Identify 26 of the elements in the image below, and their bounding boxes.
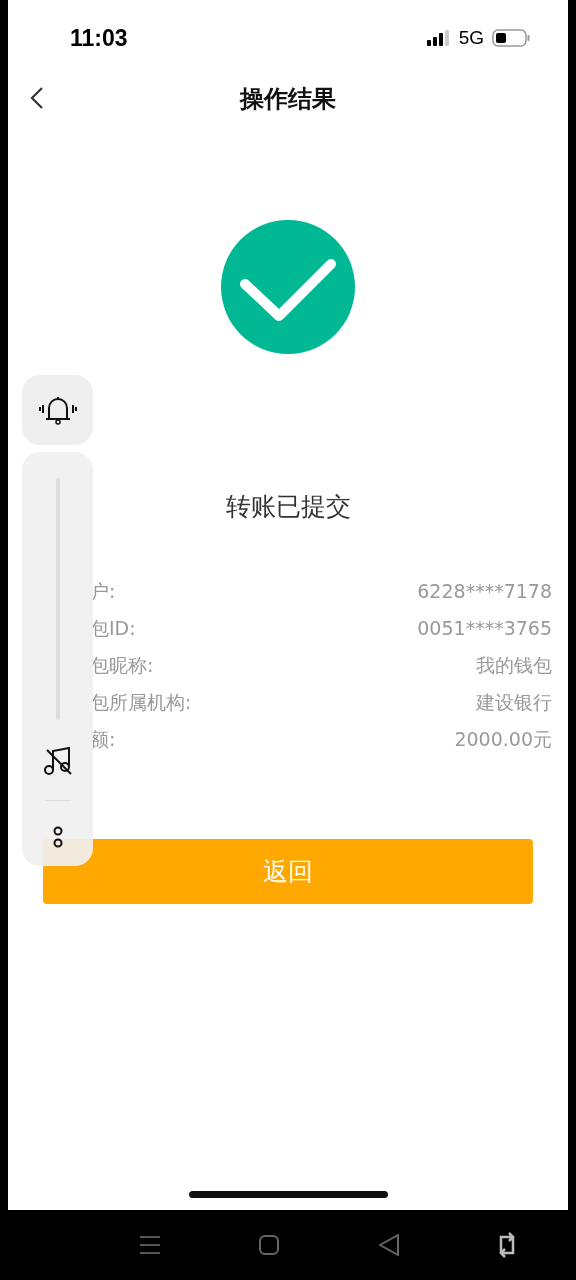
network-label: 5G: [458, 27, 484, 49]
signal-icon: [426, 30, 451, 46]
music-off-icon[interactable]: [42, 746, 73, 776]
return-button[interactable]: 返回: [43, 839, 533, 904]
detail-value: 2000.00元: [454, 727, 552, 751]
success-check-icon: [221, 220, 355, 354]
detail-label: 包ID:: [90, 616, 136, 640]
ring-mode-button[interactable]: [22, 375, 93, 445]
detail-value: 建设银行: [476, 690, 552, 714]
detail-value: 我的钱包: [476, 653, 552, 677]
detail-label: 额:: [90, 727, 116, 751]
detail-value: 6228****7178: [417, 579, 552, 603]
back-icon[interactable]: [377, 1233, 400, 1257]
bell-icon: [37, 395, 78, 425]
more-icon[interactable]: [51, 825, 64, 849]
home-icon[interactable]: [258, 1234, 281, 1256]
back-button[interactable]: [30, 86, 44, 110]
detail-label: 包昵称:: [90, 653, 154, 677]
detail-value: 0051****3765: [417, 616, 552, 640]
detail-label: 包所属机构:: [90, 690, 192, 714]
result-message: 转账已提交: [225, 491, 351, 523]
page-title: 操作结果: [240, 84, 336, 115]
menu-icon[interactable]: [138, 1235, 161, 1255]
battery-icon: [492, 29, 530, 47]
detail-label: 户:: [90, 579, 116, 603]
status-time: 11:03: [70, 24, 128, 52]
